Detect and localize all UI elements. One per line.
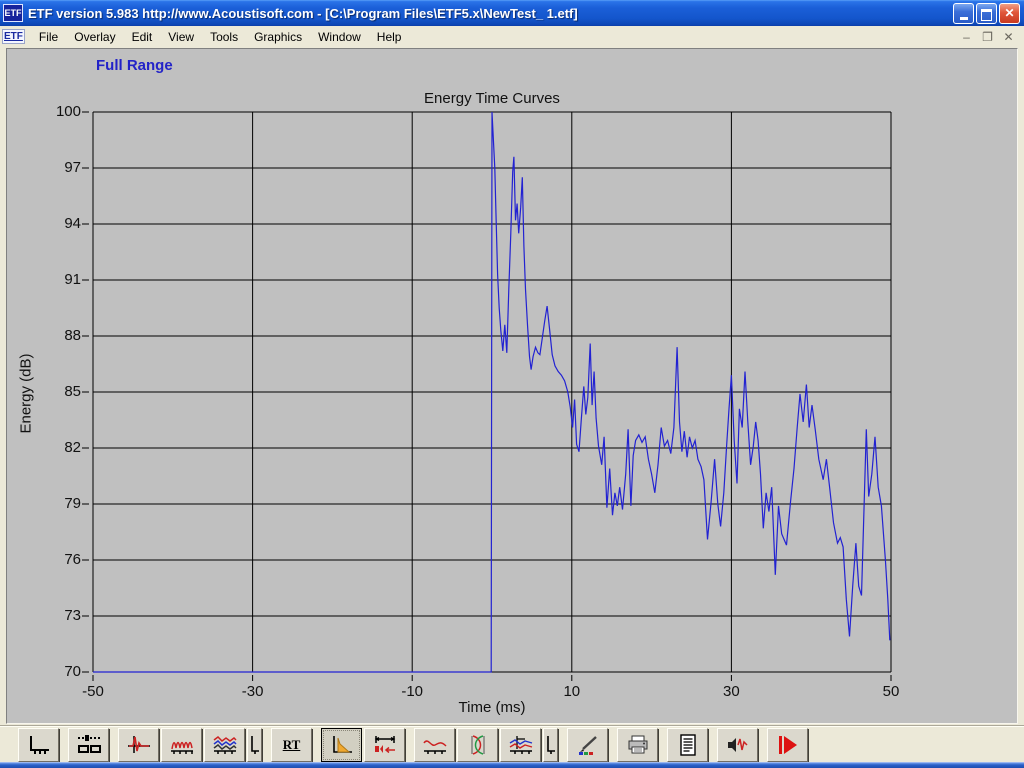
minimize-button[interactable] [953, 2, 974, 24]
toolbar-button-frequency-response[interactable] [161, 727, 202, 762]
menu-tools[interactable]: Tools [202, 28, 246, 46]
menu-edit[interactable]: Edit [124, 28, 161, 46]
x-tick-label: 30 [723, 683, 740, 700]
x-tick-label: -30 [241, 683, 264, 700]
toolbar-button-impulse-response[interactable] [118, 727, 159, 762]
toolbar-button-waterfall[interactable] [204, 727, 245, 762]
toolbar-button-axis-scale[interactable] [18, 727, 59, 762]
restore-icon [981, 8, 992, 21]
menu-bar: ETF File Overlay Edit View Tools Graphic… [0, 26, 1024, 48]
x-tick-label: 10 [563, 683, 581, 700]
toolbar-button-rt[interactable]: RT [271, 727, 312, 762]
rt-text-icon: RT [282, 736, 301, 752]
x-tick-label: -50 [82, 683, 104, 700]
y-tick-label: 79 [64, 495, 81, 512]
x-tick-label: -10 [401, 683, 424, 700]
taskbar-edge [0, 762, 1024, 768]
toolbar: RT [0, 726, 1024, 762]
mdi-minimize-button[interactable]: – [959, 30, 974, 44]
menu-help[interactable]: Help [369, 28, 410, 46]
y-tick-label: 76 [64, 551, 81, 568]
y-tick-label: 88 [64, 327, 81, 344]
chart-title: Energy Time Curves [424, 90, 560, 107]
impulse-response-icon [127, 735, 150, 753]
x-axis-label: Time (ms) [458, 699, 526, 716]
toolbar-button-report[interactable] [667, 727, 708, 762]
overlay-curves-icon [509, 735, 532, 754]
mdi-document-icon[interactable]: ETF [2, 29, 25, 44]
etf-application-window: ETF ETF version 5.983 http://www.Acousti… [0, 0, 1024, 768]
toolbar-button-axis-toggle[interactable] [247, 727, 262, 762]
gate-window-icon [374, 735, 395, 753]
mdi-close-button[interactable]: ✕ [1001, 30, 1016, 44]
smoothed-response-icon [422, 739, 447, 754]
x-tick-label: 50 [882, 683, 900, 700]
client-area: Full Range Energy Time Curves Energy (dB… [0, 47, 1024, 726]
toolbar-button-color-pen[interactable] [567, 727, 608, 762]
toolbar-button-axis-toggle-2[interactable] [543, 727, 558, 762]
printer-icon [628, 735, 647, 753]
menu-overlay[interactable]: Overlay [66, 28, 123, 46]
title-bar: ETF ETF version 5.983 http://www.Acousti… [0, 0, 1024, 26]
y-tick-label: 70 [64, 663, 81, 680]
y-tick-label: 73 [64, 607, 81, 624]
toolbar-button-phase[interactable] [457, 727, 498, 762]
play-measure-icon [778, 735, 797, 754]
toolbar-button-slider-panels[interactable] [68, 727, 109, 762]
close-button[interactable]: ✕ [999, 2, 1020, 24]
frequency-response-icon [170, 741, 193, 754]
window-title: ETF version 5.983 http://www.Acoustisoft… [28, 5, 578, 21]
speaker-test-icon [727, 737, 748, 752]
axis-toggle-icon [547, 735, 555, 754]
restore-button[interactable] [976, 2, 997, 24]
y-tick-label: 85 [64, 383, 81, 400]
energy-time-curve-icon [332, 735, 352, 753]
mdi-restore-button[interactable]: ❐ [980, 30, 995, 44]
y-tick-label: 100 [55, 103, 81, 120]
y-tick-label: 91 [64, 271, 81, 288]
axis-scale-icon [29, 735, 49, 754]
y-tick-label: 82 [64, 439, 81, 456]
menu-window[interactable]: Window [310, 28, 369, 46]
view-range-label: Full Range [96, 57, 173, 74]
toolbar-button-speaker-test[interactable] [717, 727, 758, 762]
toolbar-button-gate-window[interactable] [364, 727, 405, 762]
chart-panel: Full Range Energy Time Curves Energy (dB… [6, 48, 1018, 724]
slider-panels-icon [77, 734, 101, 753]
y-axis-label: Energy (dB) [17, 353, 35, 434]
color-pen-icon [578, 735, 597, 755]
phase-icon [471, 734, 484, 755]
toolbar-button-smoothed-response[interactable] [414, 727, 455, 762]
axis-toggle-icon [251, 735, 259, 754]
energy-time-curve-plot [82, 111, 892, 681]
waterfall-icon [213, 735, 237, 754]
report-icon [679, 733, 696, 756]
app-icon[interactable]: ETF [3, 4, 23, 22]
minimize-icon [959, 16, 968, 20]
y-tick-label: 94 [64, 215, 81, 232]
toolbar-button-overlay-curves[interactable] [500, 727, 541, 762]
menu-file[interactable]: File [31, 28, 66, 46]
toolbar-button-print[interactable] [617, 727, 658, 762]
toolbar-button-energy-time-curve[interactable] [321, 727, 362, 762]
menu-graphics[interactable]: Graphics [246, 28, 310, 46]
y-tick-label: 97 [64, 159, 81, 176]
plot-area [82, 111, 892, 681]
menu-view[interactable]: View [160, 28, 202, 46]
toolbar-button-play-measure[interactable] [767, 727, 808, 762]
